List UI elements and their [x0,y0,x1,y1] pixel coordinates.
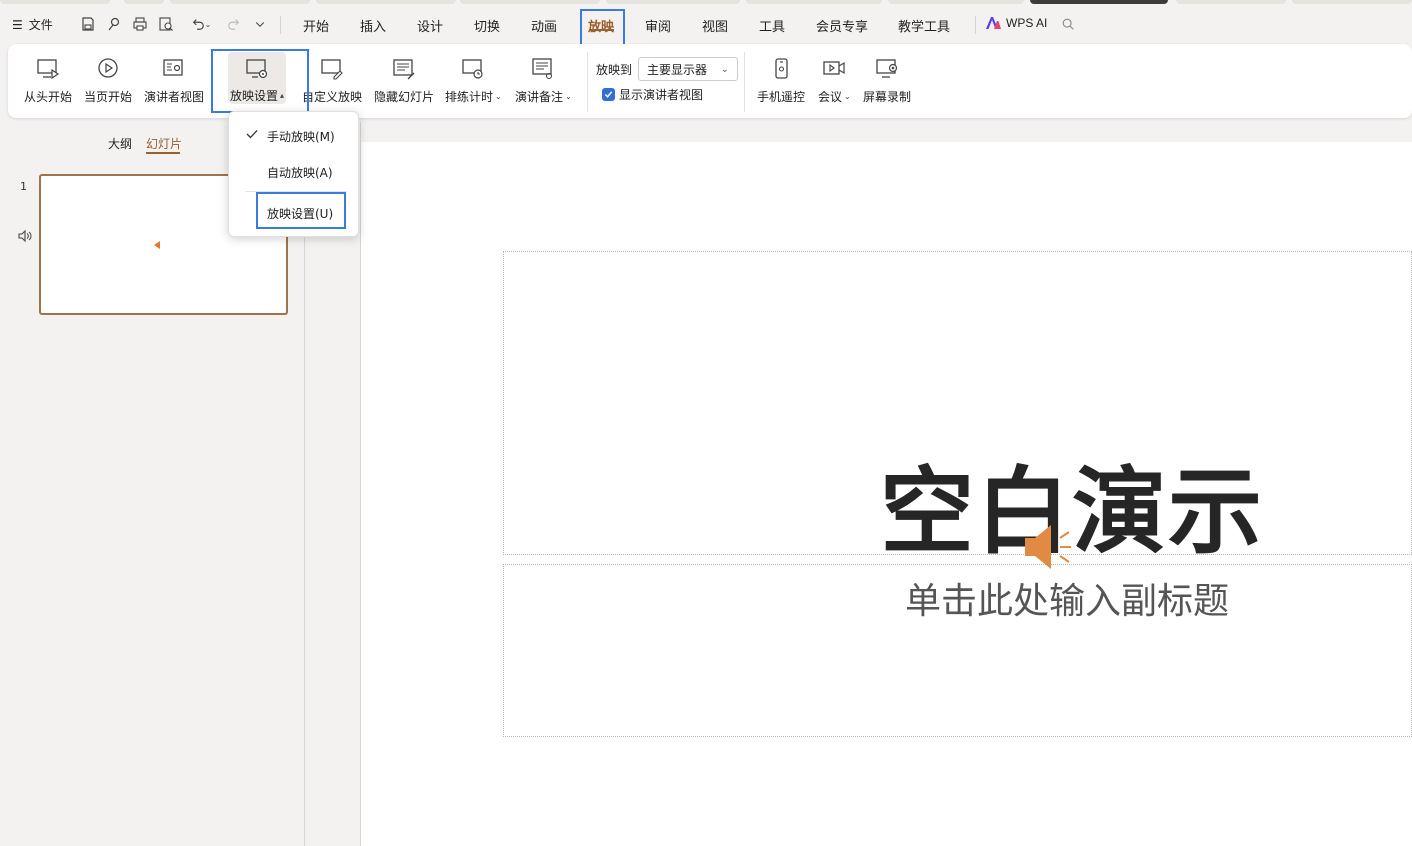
highlight-box-settings-item [256,192,346,229]
tab-animations[interactable]: 动画 [531,16,557,35]
audio-marker-icon [154,241,160,249]
checkmark-icon [246,128,258,142]
show-presenter-view-label: 显示演讲者视图 [619,88,704,102]
file-menu-label: 文件 [28,18,53,32]
rehearse-label: 排练计时 [445,90,494,104]
screen-record-icon [872,54,902,84]
search-icon[interactable] [1058,14,1078,34]
menu-separator [280,16,281,34]
custom-show-label: 自定义放映 [302,90,363,104]
audio-speaker-icon[interactable] [1022,522,1078,575]
from-start-button[interactable]: 从头开始 [24,54,72,105]
custom-show-icon [317,54,347,84]
from-current-label: 当页开始 [84,90,133,104]
redo-icon [224,14,244,34]
tab-design[interactable]: 设计 [417,16,443,35]
screen-record-label: 屏幕录制 [863,90,912,104]
play-circle-icon [93,54,123,84]
tab-review[interactable]: 审阅 [645,16,671,35]
tab-view[interactable]: 视图 [702,16,728,35]
tab-transitions[interactable]: 切换 [474,16,500,35]
tab-insert[interactable]: 插入 [360,16,386,35]
speaker-small-icon [18,229,32,245]
slide-subtitle: 单击此处输入副标题 [905,581,1230,622]
monitor-select-value: 主要显示器 [647,62,708,77]
meeting-label-wrap: 会议 ⌄ [818,88,851,105]
tab-home[interactable]: 开始 [303,16,329,35]
from-current-button[interactable]: 当页开始 [84,54,132,105]
ribbon-separator [744,52,745,112]
menu-bar: ☰ 文件 ⌄ 开始 插入 设计 切换 动画 放映 审阅 视图 工具 会员专享 教… [0,6,1412,42]
print-icon[interactable] [130,14,150,34]
menu-separator [975,16,976,34]
slides-tab-underline [146,152,180,154]
video-camera-icon [819,54,849,84]
from-start-label: 从头开始 [24,90,73,104]
hamburger-icon: ☰ [12,17,23,32]
presenter-view-icon [159,54,189,84]
speaker-notes-button[interactable]: 演讲备注 ⌄ [515,54,572,105]
hide-slide-button[interactable]: 隐藏幻灯片 [374,54,434,105]
custom-show-button[interactable]: 自定义放映 [302,54,362,105]
rehearse-timing-button[interactable]: 排练计时 ⌄ [445,54,502,105]
play-to-group: 放映到 主要显示器 ⌄ [596,57,739,81]
customize-toolbar-chevron-icon[interactable] [250,14,270,34]
timer-icon [458,54,488,84]
window-tab-strip [0,0,1412,5]
chevron-down-icon: ⌄ [565,92,572,101]
phone-icon [766,54,796,84]
monitor-select[interactable]: 主要显示器 ⌄ [638,57,739,81]
ribbon-separator [587,52,588,112]
tab-tools[interactable]: 工具 [759,16,785,35]
show-presenter-view-checkbox[interactable]: 显示演讲者视图 [602,86,703,103]
speaker-notes-label-wrap: 演讲备注 ⌄ [515,88,572,105]
phone-remote-label: 手机遥控 [757,90,806,104]
file-menu-button[interactable]: ☰ 文件 [12,16,53,33]
chevron-down-icon: ⌄ [495,92,502,101]
play-to-label: 放映到 [596,62,633,77]
wps-ai-icon [986,17,1001,29]
tab-outline[interactable]: 大纲 [108,135,132,152]
hide-slide-icon [389,54,419,84]
speaker-notes-icon [528,54,558,84]
hide-slide-label: 隐藏幻灯片 [374,90,435,104]
slide-number: 1 [20,180,27,193]
presenter-view-button[interactable]: 演讲者视图 [144,54,204,105]
phone-remote-button[interactable]: 手机遥控 [757,54,805,105]
tab-slides[interactable]: 幻灯片 [146,135,182,152]
highlight-box-slideshow-settings [211,49,309,113]
undo-icon[interactable]: ⌄ [186,14,216,34]
tab-member[interactable]: 会员专享 [816,16,868,35]
rehearse-label-wrap: 排练计时 ⌄ [445,88,502,105]
format-painter-icon[interactable] [104,14,124,34]
tab-teaching-tools[interactable]: 教学工具 [898,16,950,35]
save-icon[interactable] [78,14,98,34]
menu-item-manual-show[interactable]: 手动放映(M) [267,128,335,145]
play-from-start-icon [33,54,63,84]
meeting-label: 会议 [818,90,843,104]
wps-ai-label: WPS AI [1006,16,1048,30]
print-preview-icon[interactable] [156,14,176,34]
presenter-view-label: 演讲者视图 [144,90,205,104]
meeting-button[interactable]: 会议 ⌄ [818,54,851,105]
speaker-notes-label: 演讲备注 [515,90,564,104]
chevron-down-icon: ⌄ [720,63,730,75]
checkbox-checked-icon [602,88,615,101]
screen-record-button[interactable]: 屏幕录制 [863,54,911,105]
chevron-down-icon: ⌄ [844,92,851,101]
wps-ai-button[interactable]: WPS AI [985,16,1047,30]
menu-item-auto-show[interactable]: 自动放映(A) [267,164,333,181]
